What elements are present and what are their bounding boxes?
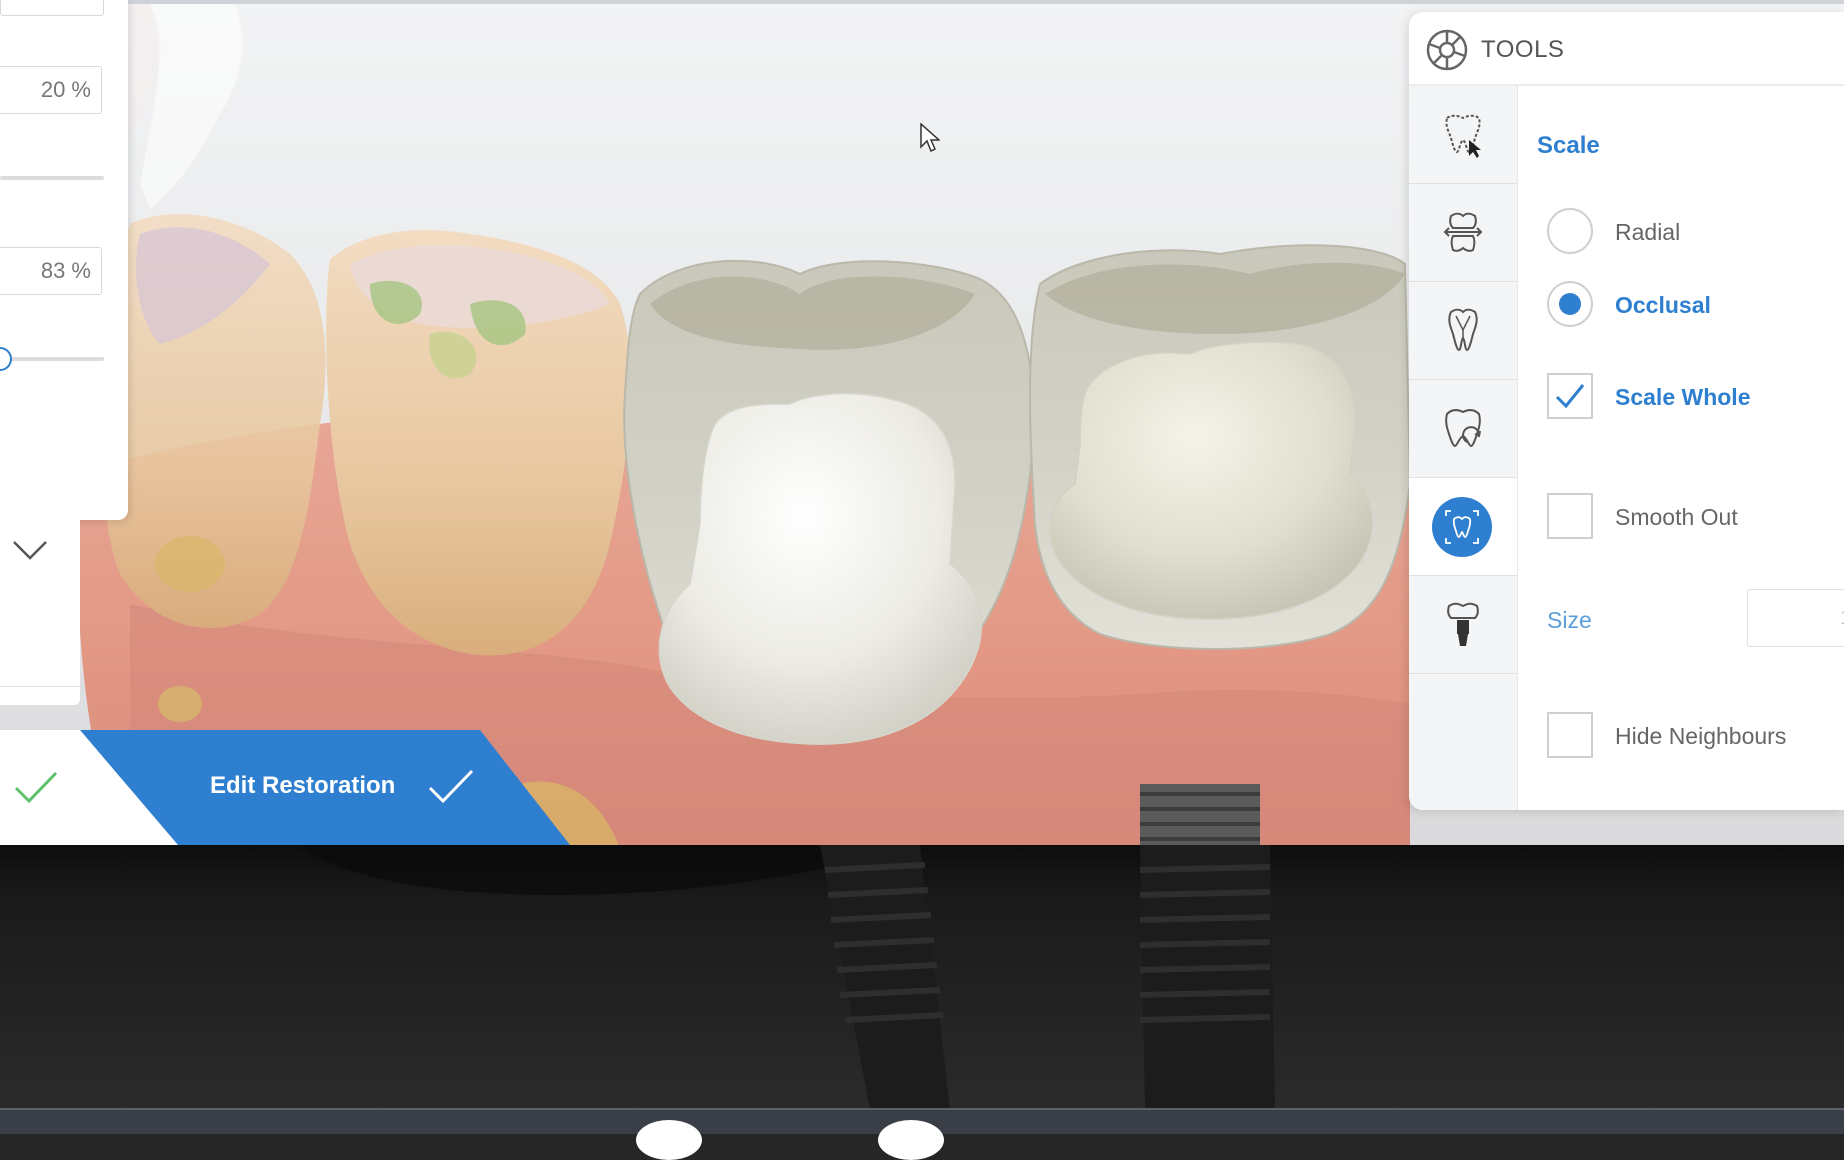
toolbar-button-right[interactable] xyxy=(878,1120,944,1160)
percent-field-1[interactable]: 20 % xyxy=(0,66,102,114)
label-smooth-out: Smooth Out xyxy=(1615,504,1738,530)
checkbox-smooth-out[interactable] xyxy=(1547,493,1593,539)
rail-tooth-select[interactable] xyxy=(1409,86,1517,184)
radio-radial[interactable] xyxy=(1547,208,1593,254)
label-scale-whole: Scale Whole xyxy=(1615,384,1751,410)
mouse-cursor-icon xyxy=(920,123,940,153)
divider xyxy=(0,686,80,687)
percent-field-2[interactable]: 83 % xyxy=(0,247,102,295)
rail-implant[interactable] xyxy=(1409,576,1517,674)
radio-occlusal[interactable] xyxy=(1547,281,1593,327)
workflow-steps: Edit Restoration xyxy=(0,730,580,845)
label-hide-neighbours: Hide Neighbours xyxy=(1615,723,1787,749)
left-settings-panel: 20 % 83 % xyxy=(0,0,128,520)
chevron-down-icon[interactable] xyxy=(12,538,48,562)
rail-tooth-rotate[interactable] xyxy=(1409,380,1517,478)
step-label: Edit Restoration xyxy=(210,772,396,799)
tools-wheel-icon xyxy=(1426,29,1468,71)
tools-content: Scale Radial Occlusal Scale Whole Smooth… xyxy=(1517,86,1844,810)
tools-title: TOOLS xyxy=(1481,36,1565,63)
slider-2-thumb[interactable] xyxy=(0,347,12,371)
active-tool-indicator xyxy=(1432,497,1492,557)
option-occlusal[interactable]: Occlusal xyxy=(1547,281,1844,329)
bite-adjust-icon xyxy=(1443,212,1483,252)
slider-2[interactable] xyxy=(0,357,104,361)
rail-tooth-anatomy[interactable] xyxy=(1409,282,1517,380)
checkbox-scale-whole[interactable] xyxy=(1547,373,1593,419)
tools-rail xyxy=(1409,86,1518,810)
option-radial[interactable]: Radial xyxy=(1547,208,1844,256)
label-radial: Radial xyxy=(1615,219,1681,245)
checkbox-hide-neighbours[interactable] xyxy=(1547,712,1593,758)
step-check-icon xyxy=(428,769,474,804)
tooth-scale-icon xyxy=(1445,510,1479,544)
implant-screws xyxy=(300,845,1275,1110)
bottom-toolbar xyxy=(0,1108,1844,1160)
checkmark-icon xyxy=(1555,384,1585,409)
rail-tooth-scale[interactable] xyxy=(1409,478,1517,576)
implant-icon xyxy=(1447,602,1479,646)
size-input[interactable]: 10 xyxy=(1747,589,1844,647)
tools-panel: TOOLS Scale Radial Occlusal Scale Whole … xyxy=(1409,12,1844,810)
tooth-select-icon xyxy=(1445,114,1481,158)
value-field-top[interactable] xyxy=(0,0,104,16)
viewport-lower xyxy=(0,845,1844,1110)
tools-header[interactable]: TOOLS xyxy=(1409,12,1844,86)
option-hide-neighbours[interactable]: Hide Neighbours xyxy=(1547,712,1844,760)
option-smooth-out[interactable]: Smooth Out xyxy=(1547,493,1844,541)
option-scale-whole[interactable]: Scale Whole xyxy=(1547,373,1844,421)
label-occlusal: Occlusal xyxy=(1615,292,1711,318)
rail-bite-adjust[interactable] xyxy=(1409,184,1517,282)
slider-1[interactable] xyxy=(0,176,104,180)
size-label: Size xyxy=(1547,607,1592,633)
left-panel-dropdown xyxy=(0,520,80,705)
toolbar-button-left[interactable] xyxy=(636,1120,702,1160)
tooth-rotate-icon xyxy=(1445,409,1481,448)
section-title-scale: Scale xyxy=(1537,132,1600,159)
checkmark-icon xyxy=(14,771,58,804)
tooth-anatomy-icon xyxy=(1448,308,1478,352)
